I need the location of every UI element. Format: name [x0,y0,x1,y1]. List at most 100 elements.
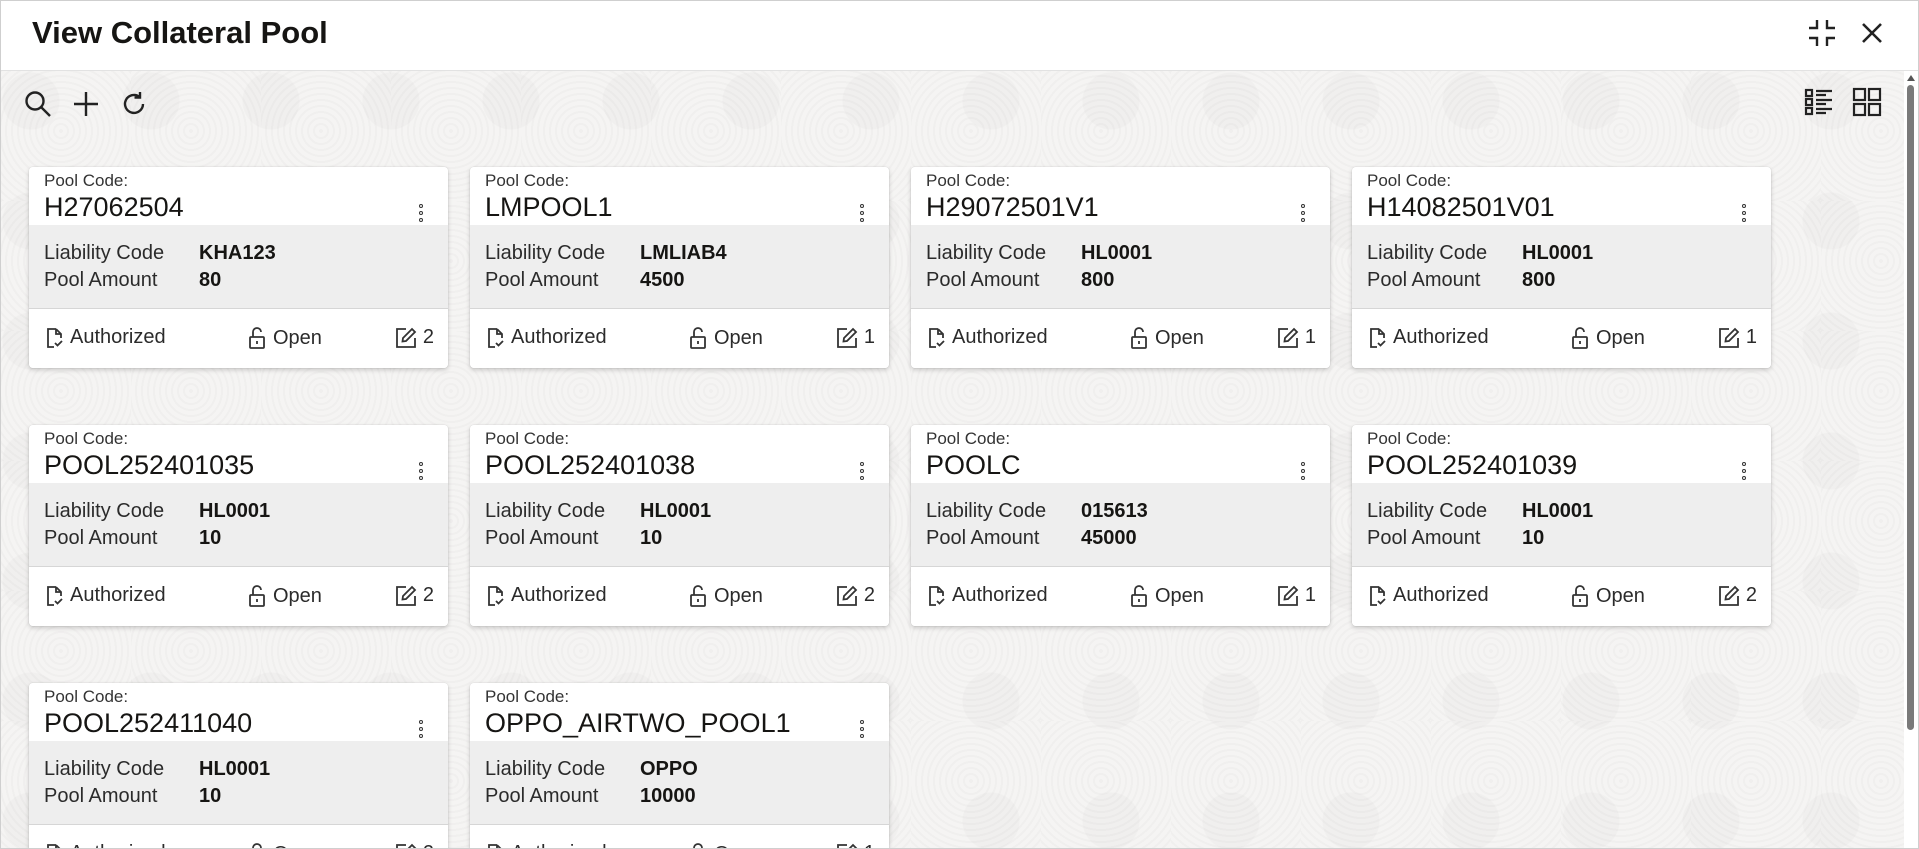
pool-amount-value: 10 [640,527,663,549]
more-actions-button[interactable] [1739,461,1749,481]
unlocked-icon [247,326,267,350]
authorized-document-icon [926,327,946,349]
collateral-pool-card[interactable]: Pool Code: H14082501V01 Liability Code HL… [1352,167,1771,368]
pool-amount-label: Pool Amount [44,269,158,291]
pool-amount-value: 800 [1522,269,1556,291]
authorization-status-text: Authorized [952,326,1048,348]
pool-amount-row: Pool Amount 4500 [485,269,685,292]
vertical-scrollbar[interactable] [1904,71,1918,848]
authorization-status-text: Authorized [511,842,607,848]
authorized-document-icon [926,585,946,607]
liability-code-row: Liability Code OPPO [485,758,698,781]
card-footer: Authorized Open 2 [470,567,889,626]
search-button[interactable] [19,87,57,121]
card-header: Pool Code: H27062504 [29,167,448,225]
pool-amount-row: Pool Amount 10 [44,527,221,550]
more-actions-button[interactable] [1298,461,1308,481]
edit-version-icon [1718,327,1740,349]
kebab-dot [1301,462,1305,466]
liability-code-value: HL0001 [199,500,271,522]
title-bar: View Collateral Pool [1,1,1918,71]
card-footer: Authorized Open 1 [911,309,1330,368]
version-number: 1 [1304,584,1316,606]
pool-amount-value: 4500 [640,269,685,291]
kebab-dot [419,476,423,480]
kebab-dot [419,462,423,466]
collateral-pool-card[interactable]: Pool Code: H27062504 Liability Code KHA12… [29,167,448,368]
authorized-document-icon [485,585,505,607]
pool-code-value: POOL252401038 [485,450,696,480]
more-actions-button[interactable] [416,461,426,481]
authorization-status: Authorized [926,326,1048,349]
card-header: Pool Code: POOL252401039 [1352,425,1771,483]
edit-version-icon [1277,327,1299,349]
collateral-pool-card[interactable]: Pool Code: POOL252401035 Liability Code H… [29,425,448,626]
pool-amount-row: Pool Amount 10 [44,785,221,808]
collateral-pool-card[interactable]: Pool Code: POOL252411040 Liability Code H… [29,683,448,848]
more-actions-button[interactable] [1739,203,1749,223]
liability-code-value: 015613 [1081,500,1148,522]
scroll-thumb[interactable] [1907,85,1914,730]
more-actions-button[interactable] [416,203,426,223]
pool-amount-label: Pool Amount [926,527,1040,549]
collateral-pool-card[interactable]: Pool Code: OPPO_AIRTWO_POOL1 Liability C… [470,683,889,848]
authorization-status-text: Authorized [70,842,166,848]
scroll-up-arrow[interactable] [1907,75,1915,81]
record-status: Open [247,584,322,608]
list-view-button[interactable] [1800,85,1838,119]
compress-button[interactable] [1804,15,1840,51]
record-status: Open [1570,326,1645,350]
liability-code-row: Liability Code HL0001 [1367,500,1593,523]
liability-code-label: Liability Code [44,500,165,522]
more-actions-button[interactable] [857,203,867,223]
liability-code-row: Liability Code LMLIAB4 [485,242,727,265]
collateral-pool-card[interactable]: Pool Code: POOL252401038 Liability Code H… [470,425,889,626]
card-footer: Authorized Open 1 [911,567,1330,626]
liability-code-value: HL0001 [640,500,712,522]
pool-amount-label: Pool Amount [485,527,599,549]
record-status-text: Open [1155,584,1204,607]
add-button[interactable] [67,87,105,121]
more-actions-button[interactable] [857,461,867,481]
liability-code-value: LMLIAB4 [640,242,727,264]
collateral-pool-card[interactable]: Pool Code: LMPOOL1 Liability Code LMLIAB4… [470,167,889,368]
liability-code-value: HL0001 [1522,242,1594,264]
card-footer: Authorized Open 1 [470,309,889,368]
toolbar [19,87,153,121]
collateral-pool-card[interactable]: Pool Code: POOL252401039 Liability Code H… [1352,425,1771,626]
liability-code-row: Liability Code HL0001 [1367,242,1593,265]
refresh-button[interactable] [115,87,153,121]
pool-code-label: Pool Code: [44,429,129,448]
kebab-dot [860,720,864,724]
more-actions-button[interactable] [1298,203,1308,223]
close-button[interactable] [1854,15,1890,51]
kebab-dot [419,469,423,473]
authorized-document-icon [485,327,505,349]
close-icon [1859,20,1885,46]
kebab-dot [860,218,864,222]
authorization-status: Authorized [44,326,166,349]
liability-code-row: Liability Code HL0001 [926,242,1152,265]
pool-code-label: Pool Code: [926,429,1011,448]
card-header: Pool Code: OPPO_AIRTWO_POOL1 [470,683,889,741]
more-actions-button[interactable] [857,719,867,739]
record-status-text: Open [714,584,763,607]
edit-version-icon [1277,585,1299,607]
tile-view-button[interactable] [1848,85,1886,119]
view-toggle-group [1800,85,1886,119]
more-actions-button[interactable] [416,719,426,739]
collateral-pool-card[interactable]: Pool Code: H29072501V1 Liability Code HL0… [911,167,1330,368]
refresh-icon [120,90,148,118]
collateral-pool-card[interactable]: Pool Code: POOLC Liability Code 015613 Po… [911,425,1330,626]
search-icon [24,90,52,118]
pool-amount-label: Pool Amount [1367,527,1481,549]
authorized-document-icon [485,843,505,848]
pool-code-label: Pool Code: [1367,429,1452,448]
kebab-dot [860,211,864,215]
card-details: Liability Code LMLIAB4 Pool Amount 4500 [470,225,889,309]
authorized-document-icon [44,327,64,349]
version-count: 1 [1277,584,1316,607]
pool-code-label: Pool Code: [926,171,1011,190]
pool-code-label: Pool Code: [44,171,129,190]
card-details: Liability Code HL0001 Pool Amount 10 [29,741,448,825]
